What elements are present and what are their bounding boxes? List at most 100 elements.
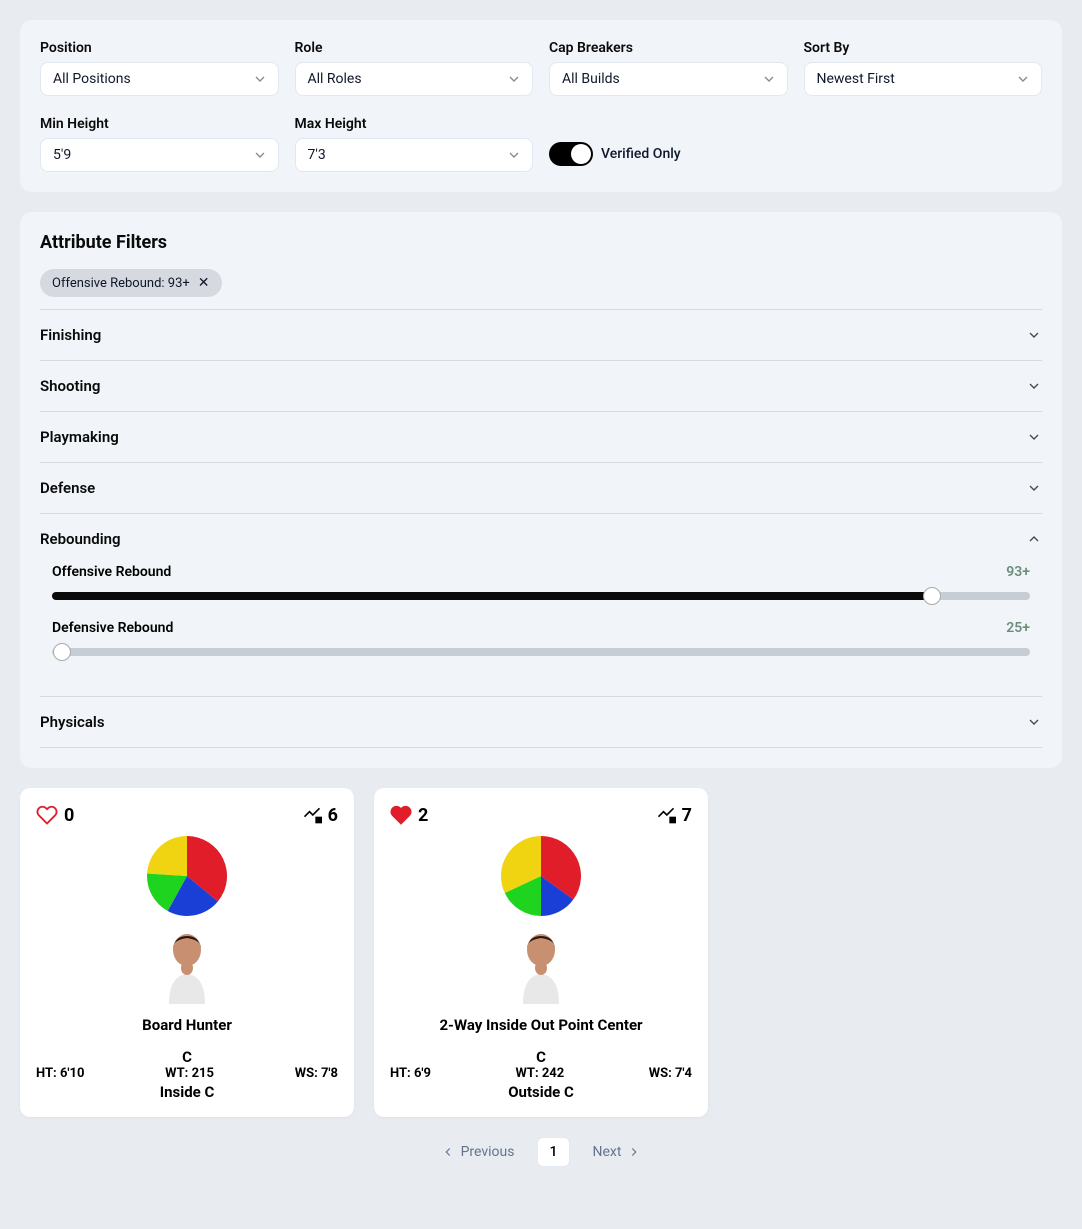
role: Outside C <box>390 1083 692 1101</box>
builds-grid: 0 6 Board Hunter C HT: 6'10 WT: 215 WS: … <box>20 788 1062 1117</box>
player-avatar <box>509 926 573 1006</box>
label: Sort By <box>804 40 1043 56</box>
filter-max-height: Max Height 7'3 <box>295 116 534 172</box>
acc-header[interactable]: Playmaking <box>40 412 1042 462</box>
chevron-down-icon <box>1026 480 1042 496</box>
label: Next <box>592 1144 621 1160</box>
chevron-down-icon <box>506 147 522 163</box>
height: HT: 6'9 <box>390 1066 431 1081</box>
build-card[interactable]: 0 6 Board Hunter C HT: 6'10 WT: 215 WS: … <box>20 788 354 1117</box>
chevron-left-icon <box>441 1145 455 1159</box>
acc-label: Physicals <box>40 713 105 731</box>
position: C <box>36 1048 338 1066</box>
chevron-down-icon <box>1026 378 1042 394</box>
cap-breakers-select[interactable]: All Builds <box>549 62 788 96</box>
slider-thumb[interactable] <box>923 587 941 605</box>
chevron-down-icon <box>252 147 268 163</box>
acc-defense: Defense <box>40 462 1042 513</box>
acc-label: Defense <box>40 479 95 497</box>
acc-label: Rebounding <box>40 530 121 548</box>
chip-label: Offensive Rebound: 93+ <box>52 276 190 291</box>
label: Max Height <box>295 116 534 132</box>
page-number[interactable]: 1 <box>537 1137 571 1167</box>
min-height-select[interactable]: 5'9 <box>40 138 279 172</box>
likes-count: 0 <box>64 805 74 826</box>
wingspan: WS: 7'4 <box>649 1066 692 1081</box>
cap-breaker-icon <box>656 805 676 825</box>
acc-finishing: Finishing <box>40 309 1042 360</box>
slider-offensive-rebound: Offensive Rebound 93+ <box>52 564 1030 600</box>
slider-label: Offensive Rebound <box>52 564 171 580</box>
max-height-select[interactable]: 7'3 <box>295 138 534 172</box>
build-name: Board Hunter <box>36 1016 338 1034</box>
verified-label: Verified Only <box>601 146 681 162</box>
active-filter-chip[interactable]: Offensive Rebound: 93+ ✕ <box>40 269 222 297</box>
label: Min Height <box>40 116 279 132</box>
slider-label: Defensive Rebound <box>52 620 173 636</box>
slider-track[interactable] <box>52 592 1030 600</box>
pie-chart-icon <box>499 834 583 918</box>
previous-button[interactable]: Previous <box>431 1138 525 1166</box>
cap-breakers: 7 <box>656 805 692 826</box>
acc-playmaking: Playmaking <box>40 411 1042 462</box>
label: Cap Breakers <box>549 40 788 56</box>
slider-thumb[interactable] <box>53 643 71 661</box>
select-value: All Positions <box>53 71 131 87</box>
section-title: Attribute Filters <box>40 232 1042 253</box>
chevron-right-icon <box>627 1145 641 1159</box>
chevron-down-icon <box>506 71 522 87</box>
chevron-down-icon <box>761 71 777 87</box>
weight: WT: 215 <box>165 1066 214 1081</box>
build-card[interactable]: 2 7 2-Way Inside Out Point Center C HT: … <box>374 788 708 1117</box>
acc-physicals: Physicals <box>40 696 1042 748</box>
label: Previous <box>461 1144 515 1160</box>
weight: WT: 242 <box>515 1066 564 1081</box>
chevron-down-icon <box>1026 429 1042 445</box>
acc-label: Playmaking <box>40 428 119 446</box>
role-select[interactable]: All Roles <box>295 62 534 96</box>
close-icon[interactable]: ✕ <box>198 275 210 291</box>
acc-header[interactable]: Physicals <box>40 697 1042 747</box>
select-value: All Roles <box>308 71 362 87</box>
chevron-down-icon <box>252 71 268 87</box>
acc-header[interactable]: Rebounding <box>40 514 1042 564</box>
attribute-filters-panel: Attribute Filters Offensive Rebound: 93+… <box>20 212 1062 768</box>
height: HT: 6'10 <box>36 1066 84 1081</box>
filter-min-height: Min Height 5'9 <box>40 116 279 172</box>
position-select[interactable]: All Positions <box>40 62 279 96</box>
chevron-down-icon <box>1026 714 1042 730</box>
caps-count: 7 <box>682 805 692 826</box>
likes[interactable]: 2 <box>390 804 428 826</box>
chevron-up-icon <box>1026 531 1042 547</box>
caps-count: 6 <box>328 805 338 826</box>
slider-defensive-rebound: Defensive Rebound 25+ <box>52 620 1030 656</box>
select-value: All Builds <box>562 71 620 87</box>
verified-toggle[interactable] <box>549 142 593 166</box>
cap-breakers: 6 <box>302 805 338 826</box>
wingspan: WS: 7'8 <box>295 1066 338 1081</box>
likes[interactable]: 0 <box>36 804 74 826</box>
acc-header[interactable]: Finishing <box>40 310 1042 360</box>
player-avatar <box>155 926 219 1006</box>
pie-chart-icon <box>145 834 229 918</box>
heart-icon <box>36 804 58 826</box>
slider-fill <box>52 592 932 600</box>
pagination: Previous 1 Next <box>20 1137 1062 1167</box>
select-value: Newest First <box>817 71 895 87</box>
filter-position: Position All Positions <box>40 40 279 96</box>
filter-sort-by: Sort By Newest First <box>804 40 1043 96</box>
next-button[interactable]: Next <box>582 1138 651 1166</box>
acc-header[interactable]: Shooting <box>40 361 1042 411</box>
slider-value: 93+ <box>1006 564 1030 580</box>
select-value: 5'9 <box>53 147 71 163</box>
likes-count: 2 <box>418 805 428 826</box>
filter-role: Role All Roles <box>295 40 534 96</box>
acc-label: Shooting <box>40 377 100 395</box>
chevron-down-icon <box>1015 71 1031 87</box>
sort-by-select[interactable]: Newest First <box>804 62 1043 96</box>
slider-track[interactable] <box>52 648 1030 656</box>
verified-toggle-wrap: Verified Only <box>549 136 788 172</box>
acc-header[interactable]: Defense <box>40 463 1042 513</box>
acc-body: Offensive Rebound 93+ Defensive Rebound … <box>40 564 1042 696</box>
chevron-down-icon <box>1026 327 1042 343</box>
